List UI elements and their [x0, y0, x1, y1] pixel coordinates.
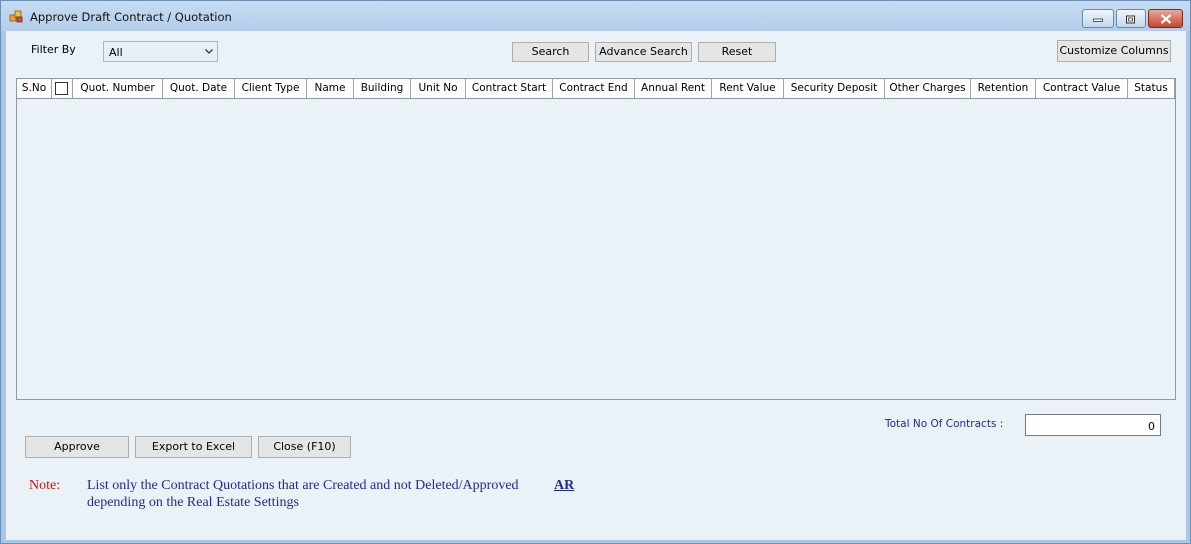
title-bar[interactable]: Approve Draft Contract / Quotation — [1, 1, 1190, 31]
column-header-name[interactable]: Name — [307, 79, 354, 98]
filter-select[interactable]: All — [103, 41, 218, 62]
note-text-line2: depending on the Real Estate Settings — [87, 495, 299, 510]
column-header-quot-date[interactable]: Quot. Date — [163, 79, 235, 98]
restore-button[interactable] — [1116, 9, 1146, 28]
column-header-other-charges[interactable]: Other Charges — [885, 79, 971, 98]
app-window: Approve Draft Contract / Quotation Filte… — [0, 0, 1191, 544]
note-ar-link[interactable]: AR — [554, 478, 574, 494]
column-header-rent-value[interactable]: Rent Value — [712, 79, 784, 98]
column-header-retention[interactable]: Retention — [971, 79, 1036, 98]
filter-label: Filter By — [31, 43, 76, 56]
note-label: Note: — [29, 478, 61, 493]
total-contracts-value: 0 — [1148, 420, 1155, 433]
note-text-line1: List only the Contract Quotations that a… — [87, 478, 519, 493]
close-button[interactable]: Close (F10) — [258, 436, 351, 458]
close-icon — [1160, 13, 1171, 24]
column-header-quot-number[interactable]: Quot. Number — [73, 79, 163, 98]
minimize-button[interactable] — [1082, 9, 1114, 28]
export-to-excel-button[interactable]: Export to Excel — [135, 436, 252, 458]
reset-button[interactable]: Reset — [698, 42, 776, 62]
column-header-contract-end[interactable]: Contract End — [553, 79, 635, 98]
contracts-grid[interactable]: S.No Quot. Number Quot. Date Client Type… — [16, 78, 1176, 400]
column-header-security-deposit[interactable]: Security Deposit — [784, 79, 885, 98]
chevron-down-icon — [205, 49, 213, 54]
column-header-select-all[interactable] — [52, 79, 73, 98]
customize-columns-button[interactable]: Customize Columns — [1057, 40, 1171, 62]
column-header-client-type[interactable]: Client Type — [235, 79, 307, 98]
column-header-annual-rent[interactable]: Annual Rent — [635, 79, 712, 98]
column-header-unit-no[interactable]: Unit No — [411, 79, 466, 98]
total-contracts-label: Total No Of Contracts : — [885, 418, 1004, 430]
select-all-checkbox[interactable] — [55, 82, 68, 95]
window-title: Approve Draft Contract / Quotation — [30, 10, 232, 24]
column-header-building[interactable]: Building — [354, 79, 411, 98]
search-button[interactable]: Search — [512, 42, 589, 62]
filter-selected-value: All — [109, 46, 123, 59]
total-contracts-field: 0 — [1025, 414, 1161, 436]
advance-search-button[interactable]: Advance Search — [595, 42, 692, 62]
column-header-contract-value[interactable]: Contract Value — [1036, 79, 1128, 98]
column-header-status[interactable]: Status — [1128, 79, 1175, 98]
grid-header: S.No Quot. Number Quot. Date Client Type… — [17, 79, 1175, 99]
approve-button[interactable]: Approve — [25, 436, 129, 458]
column-header-sno[interactable]: S.No — [17, 79, 52, 98]
column-header-contract-start[interactable]: Contract Start — [466, 79, 553, 98]
app-icon — [9, 10, 23, 24]
restore-icon — [1126, 15, 1135, 23]
form-body: Filter By All Search Advance Search Rese… — [6, 31, 1186, 540]
close-window-button[interactable] — [1148, 9, 1183, 28]
minimize-icon — [1093, 18, 1103, 22]
